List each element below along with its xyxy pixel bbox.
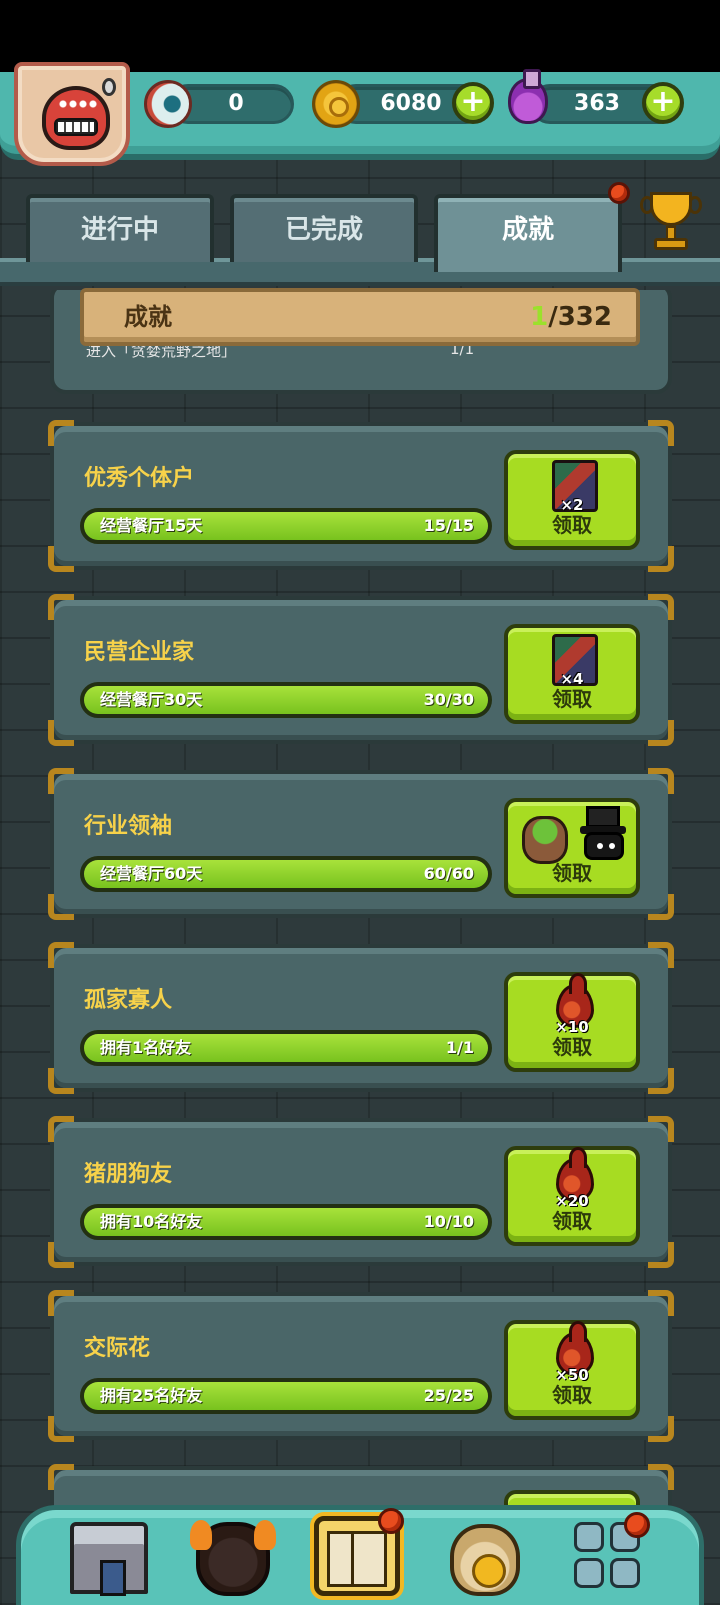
summary-count: 1/332 xyxy=(530,292,612,342)
task-progress: 30/30 xyxy=(423,690,474,709)
total-count: /332 xyxy=(548,302,612,332)
achievement-summary: 成就 1/332 xyxy=(80,288,640,346)
achievement-title: 行业领袖 xyxy=(84,814,173,839)
task-progress: 15/15 xyxy=(423,516,474,535)
tab-achievements[interactable]: 成就 xyxy=(434,194,622,272)
achievement-title: 优秀个体户 xyxy=(84,466,195,491)
achievement-card: 猪朋狗友 拥有10名好友 10/10 ×20 领取 xyxy=(48,1116,674,1268)
claim-label: 领取 xyxy=(552,861,592,885)
claim-label: 领取 xyxy=(552,687,592,711)
claim-label: 领取 xyxy=(552,513,592,537)
progress-bar: 拥有1名好友 1/1 xyxy=(80,1030,492,1066)
eyeball-icon xyxy=(144,80,192,128)
progress-bar: 拥有10名好友 10/10 xyxy=(80,1204,492,1240)
achievement-list[interactable]: 进入「贪婪荒野之地」 1/1 优秀个体户 经营餐厅15天 15/15 ×2 领取… xyxy=(0,290,720,1520)
notification-dot xyxy=(608,182,630,204)
gold-coin-icon xyxy=(312,80,360,128)
claim-label: 领取 xyxy=(552,1035,592,1059)
purple-potion-icon xyxy=(508,69,548,124)
claim-button[interactable]: ×50 领取 xyxy=(504,1320,640,1420)
claim-label: 领取 xyxy=(552,1209,592,1233)
progress-bar: 拥有25名好友 25/25 xyxy=(80,1378,492,1414)
monster-icon[interactable] xyxy=(190,1520,276,1596)
task-description: 拥有1名好友 xyxy=(100,1038,192,1057)
task-progress: 60/60 xyxy=(423,864,474,883)
money-bag-icon[interactable] xyxy=(450,1524,520,1596)
achievement-title: 交际花 xyxy=(84,1336,151,1361)
claim-button[interactable]: ×2 领取 xyxy=(504,450,640,550)
player-avatar[interactable] xyxy=(14,62,130,166)
plus-icon: + xyxy=(650,84,676,119)
progress-bar: 经营餐厅15天 15/15 xyxy=(80,508,492,544)
task-description: 拥有10名好友 xyxy=(100,1212,203,1231)
completed-count: 1 xyxy=(530,302,549,332)
task-description: 经营餐厅15天 xyxy=(100,516,203,535)
achievement-card: 孤家寡人 拥有1名好友 1/1 ×10 领取 xyxy=(48,942,674,1094)
task-progress: 1/1 xyxy=(445,1038,474,1057)
progress-bar: 经营餐厅60天 60/60 xyxy=(80,856,492,892)
claim-label: 领取 xyxy=(552,1383,592,1407)
restaurant-icon[interactable] xyxy=(70,1522,148,1596)
potion-count: 363 xyxy=(574,91,620,116)
claim-button[interactable]: 领取 xyxy=(504,798,640,898)
notification-dot xyxy=(378,1508,404,1534)
task-progress: 10/10 xyxy=(423,1212,474,1231)
claim-button[interactable]: ×4 领取 xyxy=(504,624,640,724)
add-potions-button[interactable]: + xyxy=(642,82,684,124)
tab-completed[interactable]: 已完成 xyxy=(230,194,418,262)
achievement-card: 交际花 拥有25名好友 25/25 ×50 领取 xyxy=(48,1290,674,1442)
plus-icon: + xyxy=(460,84,486,119)
progress-bar: 经营餐厅30天 30/30 xyxy=(80,682,492,718)
achievement-card: 行业领袖 经营餐厅60天 60/60 领取 xyxy=(48,768,674,920)
achievement-card: 民营企业家 经营餐厅30天 30/30 ×4 领取 xyxy=(48,594,674,746)
task-description: 经营餐厅30天 xyxy=(100,690,203,709)
summary-title: 成就 xyxy=(124,303,172,331)
claim-button[interactable]: ×10 领取 xyxy=(504,972,640,1072)
tab-in-progress[interactable]: 进行中 xyxy=(26,194,214,262)
achievements-screen: 0 6080 + 363 + 进行中 已完成 成就 进入「贪婪荒野之地」 1/1 xyxy=(0,0,720,1605)
achievement-title: 猪朋狗友 xyxy=(84,1162,173,1187)
task-description: 经营餐厅60天 xyxy=(100,864,203,883)
task-progress: 25/25 xyxy=(423,1386,474,1405)
monster-avatar-icon xyxy=(42,78,116,150)
task-description: 拥有25名好友 xyxy=(100,1386,203,1405)
trophy-icon[interactable] xyxy=(640,192,702,252)
achievement-card: 优秀个体户 经营餐厅15天 15/15 ×2 领取 xyxy=(48,420,674,572)
coin-count: 6080 xyxy=(380,91,442,116)
achievement-title: 孤家寡人 xyxy=(84,988,173,1013)
eye-count: 0 xyxy=(228,91,244,116)
add-coins-button[interactable]: + xyxy=(452,82,494,124)
notification-dot xyxy=(624,1512,650,1538)
top-hat-monster-icon xyxy=(580,806,628,864)
claim-button[interactable]: ×20 领取 xyxy=(504,1146,640,1246)
achievement-title: 民营企业家 xyxy=(84,640,195,665)
